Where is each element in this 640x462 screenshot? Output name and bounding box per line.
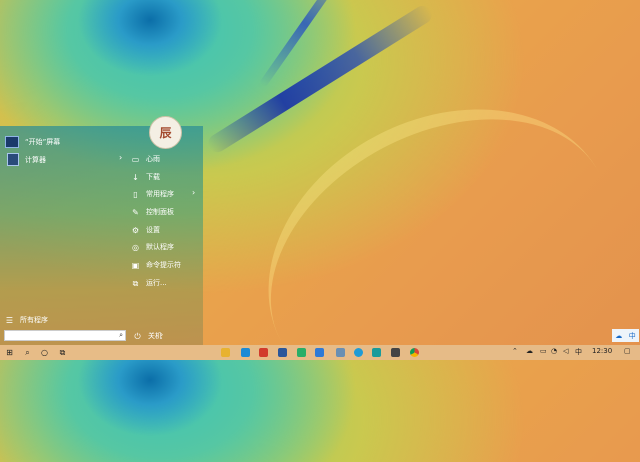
task-view-icon[interactable]: ⧉ [57,347,68,358]
taskbar: ⊞ ⌕ ○ ⧉ ⌃ ☁ ▭ ◔ ◁ 中 12:30 ▢ [0,345,640,360]
calculator-icon [7,153,19,166]
clock[interactable]: 12:30 [592,347,612,355]
word-icon[interactable] [277,347,288,358]
app-blue-icon[interactable] [314,347,325,358]
right-item-control-panel[interactable]: ✎ 控制面板 [131,207,174,217]
search-icon[interactable]: ⌕ [22,347,33,358]
globe-icon: ◎ [132,242,139,252]
start-screen-item[interactable]: “开始”屏幕 [5,136,60,148]
all-programs-label: 所有程序 [20,316,48,324]
right-item-label: 运行... [146,279,167,287]
right-item-cmd[interactable]: ▣ 命令提示符 [131,260,181,270]
chevron-right-icon[interactable]: › [192,188,195,197]
pencil-icon: ✎ [132,207,139,217]
notification-icon[interactable]: ▢ [624,347,631,355]
app-dark-icon[interactable] [390,347,401,358]
right-item-label: 控制面板 [146,208,174,216]
folder-icon: ▯ [133,189,138,199]
right-item-label: 心雨 [146,155,160,163]
store-icon[interactable] [240,347,251,358]
document-icon: ▭ [131,154,140,164]
network-icon[interactable]: ◔ [551,347,557,355]
right-item-label: 常用程序 [146,190,174,198]
file-explorer-icon[interactable] [220,347,231,358]
avatar-glyph: 辰 [159,126,172,140]
start-screen-label: “开始”屏幕 [25,138,61,146]
download-icon: ↓ [132,172,139,182]
right-item-label: 下载 [146,173,160,181]
language-icon[interactable]: 中 [575,347,582,357]
right-item-run[interactable]: ⧉ 运行... [131,278,167,288]
right-item-default-programs[interactable]: ◎ 默认程序 [131,242,174,252]
avatar[interactable]: 辰 [149,116,182,149]
start-menu: “开始”屏幕 计算器 › ▭ 心雨 ↓ 下载 ▯ 常用程序 › ✎ 控制面板 ⚙… [0,126,203,345]
app-teal-icon[interactable] [371,347,382,358]
run-icon: ⧉ [132,278,139,288]
chevron-up-icon[interactable]: ⌃ [512,347,518,355]
shutdown-button[interactable]: ⏻ 关机 [133,331,162,341]
right-item-label: 命令提示符 [146,261,181,269]
volume-icon[interactable]: ◁ [563,347,568,355]
start-screen-icon [5,136,19,148]
power-icon: ⏻ [134,331,141,341]
battery-icon[interactable]: ▭ [540,347,547,355]
calculator-item[interactable]: 计算器 [7,153,46,166]
windows-start-icon[interactable]: ⊞ [4,347,15,358]
right-item-label: 默认程序 [146,243,174,251]
all-programs-item[interactable]: ☰ 所有程序 [5,315,48,325]
chevron-right-icon[interactable]: › [119,153,122,162]
right-item-user[interactable]: ▭ 心雨 [131,154,160,164]
cortana-icon[interactable]: ○ [39,347,50,358]
app-red-icon[interactable] [258,347,269,358]
terminal-icon: ▣ [131,260,140,270]
gear-icon: ⚙ [131,225,140,235]
right-item-settings[interactable]: ⚙ 设置 [131,225,160,235]
search-input[interactable]: ⌕ [4,330,126,341]
right-item-downloads[interactable]: ↓ 下载 [131,172,160,182]
right-item-common-programs[interactable]: ▯ 常用程序 [131,189,174,199]
list-icon: ☰ [5,315,14,325]
chevron-right-icon[interactable]: › [160,330,163,339]
ime-label: 中 [628,331,636,340]
search-icon[interactable]: ⌕ [119,331,123,340]
cloud-icon[interactable]: ☁ [526,347,533,355]
chrome-icon[interactable] [409,347,420,358]
app-gray-icon[interactable] [335,347,346,358]
right-item-label: 设置 [146,226,160,234]
ime-indicator[interactable]: ☁ 中 [612,329,639,342]
cloud-icon: ☁ [615,331,623,340]
edge-icon[interactable] [353,347,364,358]
calculator-label: 计算器 [25,155,46,164]
wechat-icon[interactable] [296,347,307,358]
